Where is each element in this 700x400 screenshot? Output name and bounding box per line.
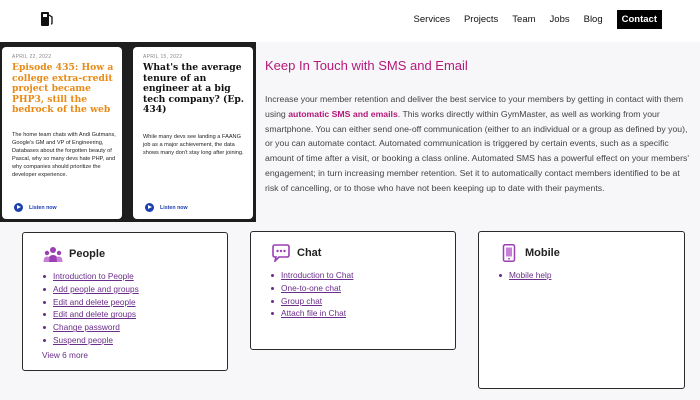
chat-box: Chat Introduction to Chat One-to-one cha…	[250, 231, 456, 350]
card-date: APRIL 15, 2022	[143, 54, 183, 60]
nav-team[interactable]: Team	[512, 14, 535, 25]
link-group-chat[interactable]: Group chat	[270, 295, 353, 308]
mobile-box: Mobile Mobile help	[478, 231, 685, 389]
podcast-card[interactable]: APRIL 22, 2022 Episode 435: How a colleg…	[2, 47, 122, 219]
fuel-pump-icon[interactable]	[40, 11, 54, 27]
card-description: While many devs see landing a FAANG job …	[143, 134, 244, 156]
view-more-link[interactable]: View 6 more	[42, 350, 88, 360]
card-description: The home team chats with Andi Gutmans, G…	[12, 132, 116, 178]
link-one-to-one-chat[interactable]: One-to-one chat	[270, 282, 353, 295]
link-introduction-to-chat[interactable]: Introduction to Chat	[270, 269, 353, 282]
card-title[interactable]: Episode 435: How a college extra-credit …	[12, 62, 116, 116]
link-suspend-people[interactable]: Suspend people	[43, 334, 139, 347]
chat-bubble-icon	[272, 244, 290, 262]
link-edit-delete-groups[interactable]: Edit and delete groups	[43, 308, 139, 321]
nav-jobs[interactable]: Jobs	[550, 14, 570, 25]
mobile-links: Mobile help	[498, 269, 551, 282]
nav-blog[interactable]: Blog	[584, 14, 603, 25]
listen-now-button[interactable]: Listen now	[145, 203, 188, 212]
link-attach-file-chat[interactable]: Attach file in Chat	[270, 307, 353, 320]
play-icon	[14, 203, 23, 212]
nav-projects[interactable]: Projects	[464, 14, 498, 25]
listen-now-label: Listen now	[29, 204, 57, 211]
card-date: APRIL 22, 2022	[12, 54, 52, 60]
people-title: People	[69, 248, 106, 260]
link-introduction-to-people[interactable]: Introduction to People	[43, 270, 139, 283]
mobile-title: Mobile	[525, 247, 560, 259]
box-header: People	[43, 245, 105, 263]
paragraph-highlight: automatic SMS and emails	[288, 108, 398, 119]
listen-now-label: Listen now	[160, 204, 188, 211]
main-nav: Services Projects Team Jobs Blog Contact	[400, 10, 662, 29]
contact-button[interactable]: Contact	[616, 10, 662, 29]
people-links: Introduction to People Add people and gr…	[43, 270, 139, 347]
chat-title: Chat	[297, 247, 322, 259]
site-header: Services Projects Team Jobs Blog Contact	[0, 0, 700, 42]
link-change-password[interactable]: Change password	[43, 321, 139, 334]
section-heading: Keep In Touch with SMS and Email	[265, 58, 468, 73]
mobile-phone-icon	[502, 244, 516, 262]
nav-services[interactable]: Services	[414, 14, 450, 25]
play-icon	[145, 203, 154, 212]
section-paragraph: Increase your member retention and deliv…	[265, 92, 690, 196]
people-box: People Introduction to People Add people…	[22, 232, 228, 371]
link-add-people-groups[interactable]: Add people and groups	[43, 283, 139, 296]
podcast-card[interactable]: APRIL 15, 2022 What's the average tenure…	[133, 47, 253, 219]
people-icon	[43, 247, 63, 262]
paragraph-text-end: . This works directly within GymMaster, …	[265, 108, 690, 193]
chat-links: Introduction to Chat One-to-one chat Gro…	[270, 269, 353, 320]
box-header: Chat	[271, 244, 321, 262]
card-title[interactable]: What's the average tenure of an engineer…	[143, 62, 247, 116]
link-edit-delete-people[interactable]: Edit and delete people	[43, 296, 139, 309]
listen-now-button[interactable]: Listen now	[14, 203, 57, 212]
link-mobile-help[interactable]: Mobile help	[498, 269, 551, 282]
box-header: Mobile	[499, 244, 560, 262]
